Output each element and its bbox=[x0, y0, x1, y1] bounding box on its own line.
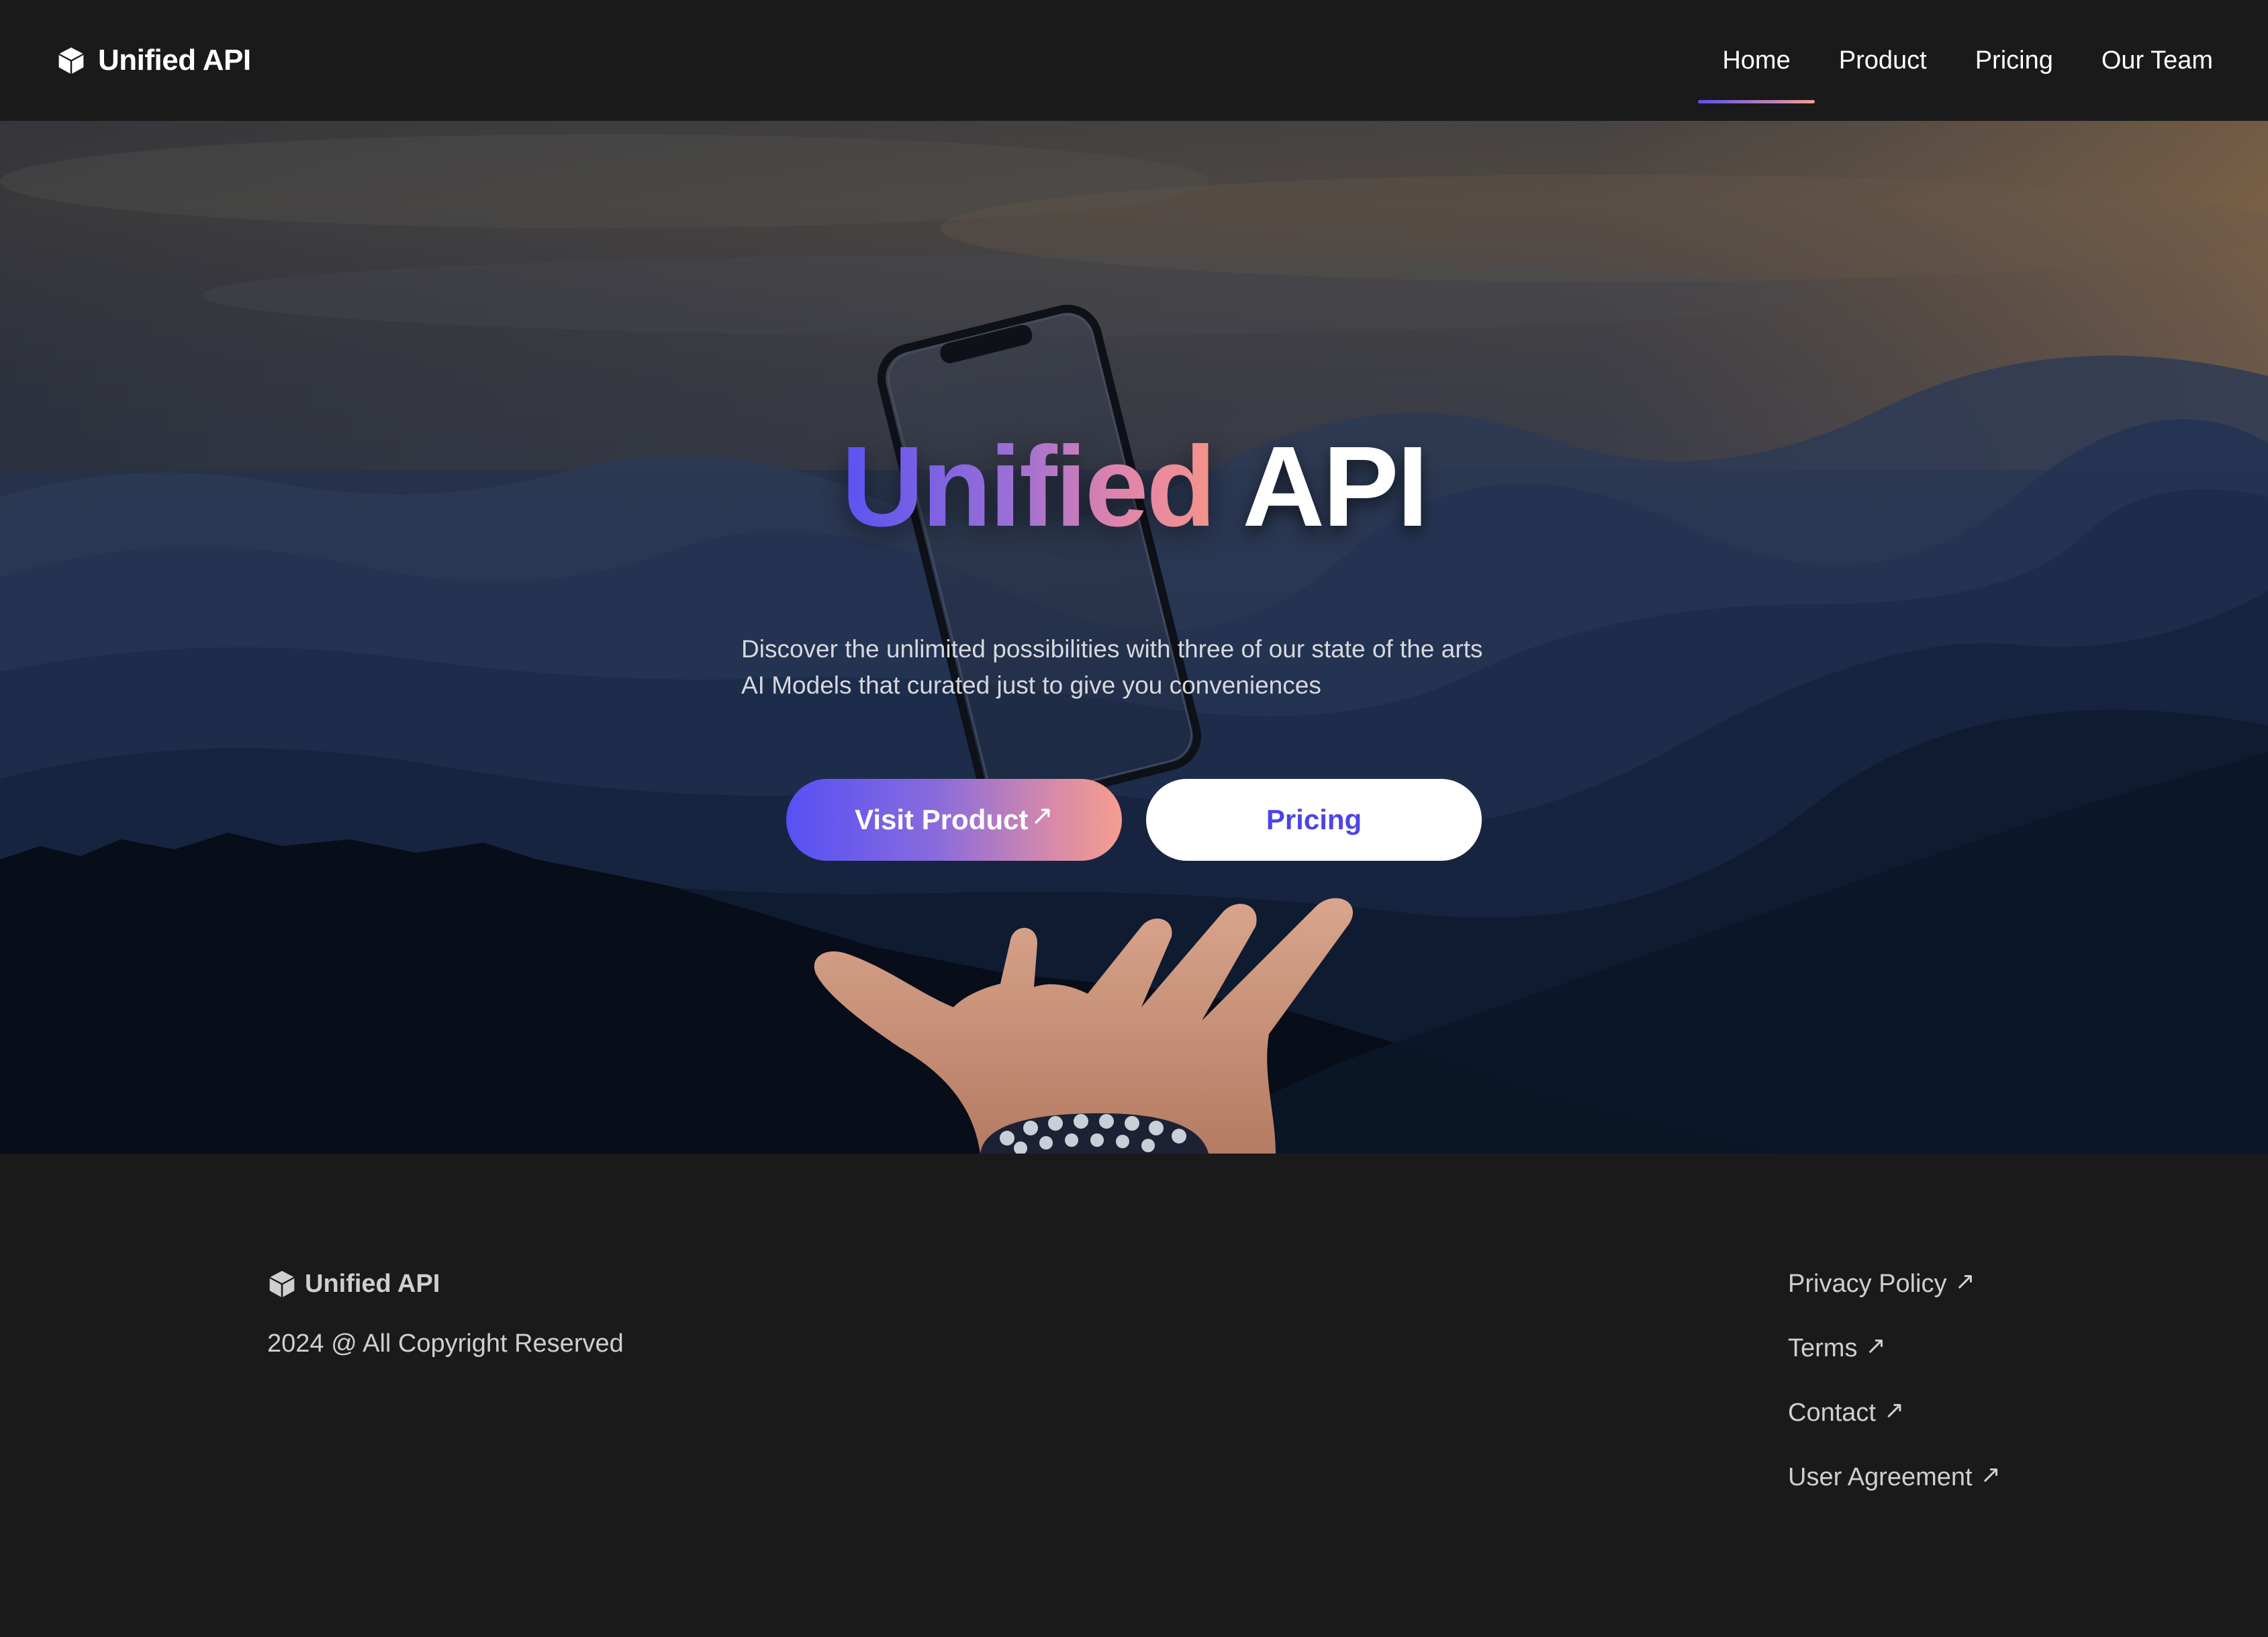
footer-link-label: User Agreement bbox=[1788, 1463, 1973, 1491]
cube-icon bbox=[269, 1270, 295, 1297]
nav-pricing[interactable]: Pricing bbox=[1951, 0, 2077, 121]
hero-content: Unified API Discover the unlimited possi… bbox=[0, 121, 2268, 1154]
hero-buttons: Visit Product ↗ Pricing bbox=[786, 779, 1482, 861]
footer-link-label: Privacy Policy bbox=[1788, 1270, 1947, 1298]
footer-link-label: Terms bbox=[1788, 1334, 1858, 1362]
footer-links: Privacy Policy ↗ Terms ↗ Contact ↗ User … bbox=[1788, 1266, 2001, 1495]
footer-link-label: Contact bbox=[1788, 1399, 1876, 1427]
nav-our-team[interactable]: Our Team bbox=[2077, 0, 2213, 121]
cube-icon bbox=[58, 47, 84, 74]
top-navbar: Unified API Home Product Pricing Our Tea… bbox=[0, 0, 2268, 121]
hero-description: Discover the unlimited possibilities wit… bbox=[741, 631, 1527, 704]
visit-product-button[interactable]: Visit Product ↗ bbox=[786, 779, 1122, 861]
footer-brand-name: Unified API bbox=[305, 1269, 440, 1298]
arrow-up-right-icon: ↗ bbox=[1883, 1396, 1905, 1423]
hero-description-line-1: Discover the unlimited possibilities wit… bbox=[741, 635, 1483, 663]
arrow-up-right-icon: ↗ bbox=[1865, 1331, 1886, 1359]
visit-product-label: Visit Product bbox=[855, 804, 1029, 835]
footer-link-privacy-policy[interactable]: Privacy Policy ↗ bbox=[1788, 1266, 2001, 1301]
brand-name: Unified API bbox=[98, 44, 251, 77]
arrow-up-right-icon: ↗ bbox=[1980, 1460, 2001, 1488]
hero-section: Unified API Discover the unlimited possi… bbox=[0, 121, 2268, 1154]
brand-logo[interactable]: Unified API bbox=[56, 44, 251, 77]
hero-title: Unified API bbox=[841, 423, 1428, 551]
hero-title-gradient: Unified bbox=[841, 423, 1216, 551]
pricing-button[interactable]: Pricing bbox=[1146, 779, 1482, 861]
footer-link-terms[interactable]: Terms ↗ bbox=[1788, 1331, 2001, 1366]
hero-description-line-2: AI Models that curated just to give you … bbox=[741, 671, 1321, 699]
copyright-text: 2024 @ All Copyright Reserved bbox=[267, 1329, 624, 1358]
footer-link-contact[interactable]: Contact ↗ bbox=[1788, 1395, 2001, 1430]
footer: Unified API 2024 @ All Copyright Reserve… bbox=[0, 1154, 2268, 1637]
hero-title-rest: API bbox=[1242, 423, 1428, 551]
nav-home[interactable]: Home bbox=[1698, 0, 1815, 121]
arrow-up-right-icon: ↗ bbox=[1954, 1267, 1975, 1295]
arrow-up-right-icon: ↗ bbox=[1031, 801, 1053, 831]
footer-link-user-agreement[interactable]: User Agreement ↗ bbox=[1788, 1460, 2001, 1495]
nav-product[interactable]: Product bbox=[1815, 0, 1951, 121]
pricing-button-label: Pricing bbox=[1266, 804, 1362, 835]
main-nav: Home Product Pricing Our Team bbox=[1698, 0, 2213, 121]
footer-brand[interactable]: Unified API bbox=[267, 1269, 440, 1299]
